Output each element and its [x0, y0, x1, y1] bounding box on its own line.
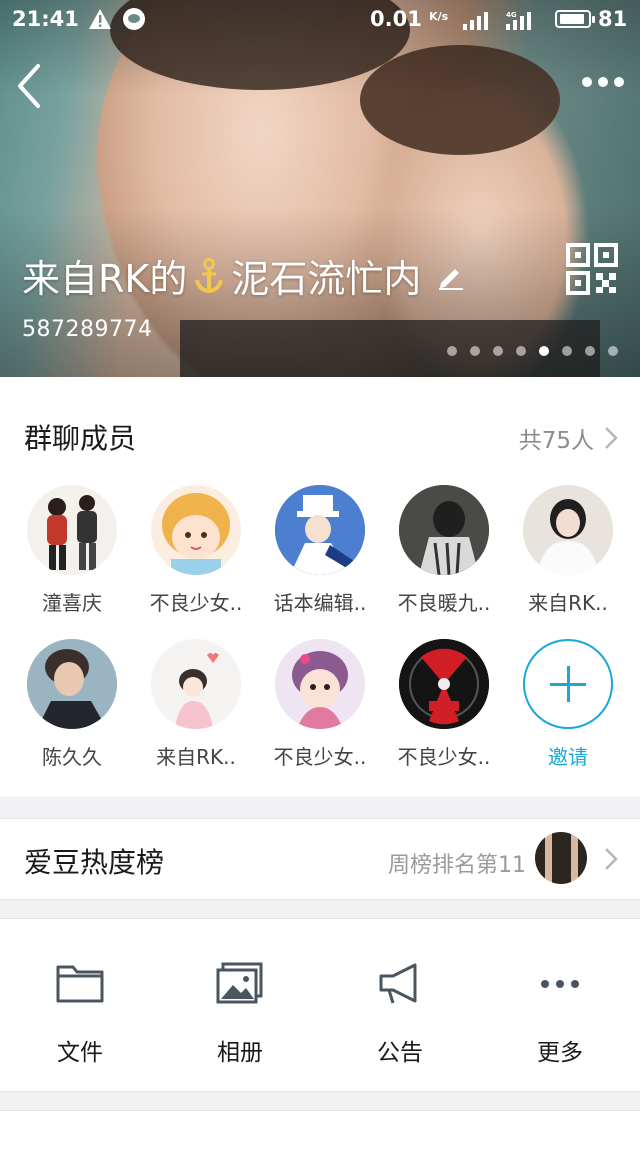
files-button[interactable]: 文件 — [0, 919, 160, 1091]
back-arrow-icon[interactable] — [14, 62, 44, 110]
member-name: 不良少女.. — [397, 745, 491, 769]
avatar-art — [523, 485, 613, 575]
app-notification-icon — [123, 8, 145, 30]
avatar — [27, 639, 117, 729]
chevron-right-icon — [605, 427, 618, 449]
member-item[interactable]: 来自RK.. — [134, 639, 258, 793]
avatar — [275, 639, 365, 729]
avatar-art — [275, 639, 365, 729]
member-item[interactable]: 话本编辑.. — [258, 485, 382, 639]
status-time: 21:41 — [12, 7, 79, 31]
signal-icon — [463, 12, 488, 30]
member-name: 陈久久 — [42, 745, 102, 769]
member-name: 来自RK.. — [528, 591, 608, 615]
avatar-art — [399, 639, 489, 729]
status-bar: 21:41 0.01 K/s 4G 81 — [0, 0, 640, 40]
group-members-section: 群聊成员 共75人 潼喜庆 不良少女.. 话本编辑.. 不良暖九.. 来自RK.… — [0, 377, 640, 797]
member-name: 不良暖九.. — [397, 591, 491, 615]
carousel-dot — [470, 346, 480, 356]
member-item[interactable]: 潼喜庆 — [10, 485, 134, 639]
network-speed-unit: K/s — [429, 10, 449, 23]
avatar — [399, 485, 489, 575]
avatar — [27, 485, 117, 575]
invite-label: 邀请 — [548, 745, 588, 769]
signal-4g-icon: 4G — [506, 11, 531, 30]
carousel-dot — [608, 346, 618, 356]
more-button[interactable]: 更多 — [480, 919, 640, 1091]
files-label: 文件 — [57, 1040, 103, 1066]
idol-rank-avatar — [535, 832, 587, 884]
avatar — [399, 639, 489, 729]
announcement-button[interactable]: 公告 — [320, 919, 480, 1091]
network-speed: 0.01 K/s — [370, 7, 448, 31]
avatar — [275, 485, 365, 575]
invite-button[interactable]: 邀请 — [506, 639, 630, 793]
member-name: 不良少女.. — [149, 591, 243, 615]
anchor-emblem-icon — [195, 257, 224, 293]
members-grid: 潼喜庆 不良少女.. 话本编辑.. 不良暖九.. 来自RK.. 陈久久 来自RK… — [10, 485, 630, 793]
quick-actions: 文件 相册 公告 更多 — [0, 918, 640, 1092]
carousel-dot — [585, 346, 595, 356]
group-name-part1: 来自RK的 — [22, 257, 188, 301]
member-name: 话本编辑.. — [273, 591, 367, 615]
member-name: 来自RK.. — [156, 745, 236, 769]
album-label: 相册 — [217, 1040, 263, 1066]
idol-rank-title: 爱豆热度榜 — [24, 846, 165, 879]
group-name[interactable]: 来自RK的 泥石流忙内 — [22, 248, 465, 303]
megaphone-icon — [379, 963, 417, 1004]
member-item[interactable]: 来自RK.. — [506, 485, 630, 639]
announcement-label: 公告 — [377, 1040, 423, 1066]
avatar — [151, 485, 241, 575]
avatar-art — [47, 495, 97, 570]
avatar-art — [275, 485, 365, 575]
more-icon — [541, 980, 579, 988]
members-title: 群聊成员 — [24, 422, 137, 455]
group-name-part2: 泥石流忙内 — [231, 257, 422, 301]
group-id: 587289774 — [22, 317, 153, 342]
plus-icon — [523, 639, 613, 729]
carousel-indicator — [447, 346, 618, 356]
chevron-right-icon — [605, 848, 618, 870]
idol-rank-row[interactable]: 爱豆热度榜 周榜排名第11 — [0, 818, 640, 900]
edit-pencil-icon[interactable] — [435, 261, 465, 291]
more-label: 更多 — [537, 1040, 583, 1066]
next-section — [0, 1110, 640, 1151]
avatar-art — [162, 493, 230, 575]
folder-icon — [56, 965, 104, 1003]
battery-icon — [555, 10, 595, 28]
member-name: 不良少女.. — [273, 745, 367, 769]
member-item[interactable]: 不良少女.. — [382, 639, 506, 793]
svg-text:4G: 4G — [506, 11, 517, 19]
carousel-dot — [447, 346, 457, 356]
member-item[interactable]: 不良少女.. — [258, 639, 382, 793]
members-count-link[interactable]: 共75人 — [519, 421, 618, 455]
album-button[interactable]: 相册 — [160, 919, 320, 1091]
carousel-dot — [516, 346, 526, 356]
battery-level: 81 — [598, 7, 628, 31]
qr-code-icon[interactable] — [566, 243, 618, 295]
avatar — [151, 639, 241, 729]
network-speed-value: 0.01 — [370, 7, 422, 31]
carousel-dot — [562, 346, 572, 356]
members-count: 共75人 — [518, 428, 594, 454]
carousel-dot — [539, 346, 549, 356]
avatar-art — [27, 639, 117, 729]
member-item[interactable]: 不良少女.. — [134, 485, 258, 639]
member-item[interactable]: 陈久久 — [10, 639, 134, 793]
warning-icon — [89, 9, 111, 29]
member-name: 潼喜庆 — [42, 591, 102, 615]
avatar-art — [151, 639, 241, 729]
more-options-icon[interactable] — [580, 70, 626, 94]
idol-rank-value: 周榜排名第11 — [388, 853, 526, 878]
carousel-dot — [493, 346, 503, 356]
group-header: 21:41 0.01 K/s 4G 81 来自RK的 泥石流忙内 5872897… — [0, 0, 640, 377]
member-item[interactable]: 不良暖九.. — [382, 485, 506, 639]
avatar-art — [399, 485, 489, 575]
avatar — [523, 485, 613, 575]
album-icon — [216, 962, 263, 1004]
